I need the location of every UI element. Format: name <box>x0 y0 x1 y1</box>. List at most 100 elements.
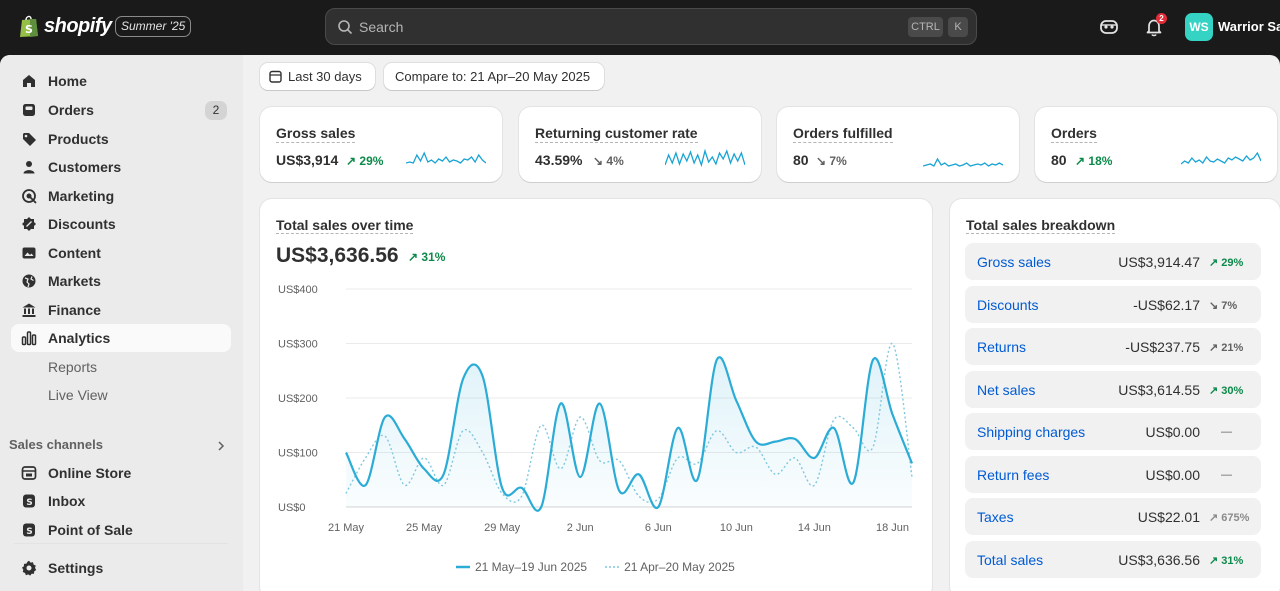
breakdown-delta: — <box>1221 468 1232 481</box>
breakdown-delta: ↗ 21% <box>1209 342 1244 354</box>
breakdown-value: -US$237.75 <box>1125 339 1200 355</box>
metric-delta: ↘ 7% <box>816 154 847 168</box>
breakdown-row[interactable]: Net sales US$3,614.55 ↗ 30% <box>965 370 1261 408</box>
home-icon <box>23 75 35 87</box>
breakdown-value: US$3,914.47 <box>1118 254 1200 270</box>
breakdown-title[interactable]: Total sales breakdown <box>966 217 1116 234</box>
breakdown-row[interactable]: Discounts -US$62.17 ↘ 7% <box>965 285 1261 323</box>
tag-icon <box>23 133 36 146</box>
breakdown-delta: ↗ 675% <box>1209 512 1250 524</box>
metric-card-orders-fulfilled[interactable]: Orders fulfilled 80 ↘ 7% <box>777 107 1019 182</box>
breakdown-value: US$3,636.56 <box>1118 551 1200 568</box>
breakdown-row[interactable]: Total sales US$3,636.56 ↗ 31% <box>965 540 1261 578</box>
metric-card-returning-customer-rate[interactable]: Returning customer rate 43.59% ↘ 4% <box>519 107 761 182</box>
x-tick-label: 25 May <box>406 522 443 534</box>
metric-card-orders[interactable]: Orders 80 ↗ 18% <box>1035 107 1277 182</box>
metric-delta: ↗ 29% <box>346 154 384 168</box>
breakdown-label[interactable]: Net sales <box>977 382 1035 398</box>
metric-title: Returning customer rate <box>535 125 698 143</box>
sidebar-item-label: Point of Sale <box>48 522 133 538</box>
avatar[interactable]: WS <box>1185 13 1213 41</box>
discount-icon <box>22 217 36 231</box>
sidebar-item-markets[interactable]: Markets <box>11 267 231 295</box>
search-icon <box>338 20 353 35</box>
x-tick-label: 29 May <box>484 522 521 534</box>
date-range-button[interactable]: Last 30 days <box>260 63 375 90</box>
sidebar-item-settings[interactable]: Settings <box>11 554 231 582</box>
sidebar-item-label: Home <box>48 73 87 89</box>
legend-item-previous[interactable]: 21 Apr–20 May 2025 <box>605 560 735 574</box>
person-icon <box>23 161 35 174</box>
sidebar-item-marketing[interactable]: Marketing <box>11 182 231 210</box>
sidebar-item-point-of-sale[interactable]: S Point of Sale <box>11 516 231 544</box>
app-shell: Home Orders 2 Products Customers Marketi… <box>0 55 1280 591</box>
sales-channels-heading[interactable]: Sales channels <box>9 437 103 452</box>
y-tick-label: US$300 <box>278 339 318 351</box>
breakdown-label[interactable]: Shipping charges <box>977 424 1085 440</box>
svg-text:S: S <box>25 23 33 36</box>
sidebar-item-label: Analytics <box>48 330 111 346</box>
pos-icon: S <box>23 523 35 537</box>
x-tick-label: 2 Jun <box>567 522 594 534</box>
breakdown-label[interactable]: Returns <box>977 339 1026 355</box>
search-bar[interactable]: Search CTRL K <box>325 8 977 45</box>
total-sales-value: US$3,636.56 <box>276 244 399 267</box>
breakdown-row[interactable]: Return fees US$0.00 — <box>965 455 1261 493</box>
breakdown-row[interactable]: Taxes US$22.01 ↗ 675% <box>965 498 1261 535</box>
breakdown-row[interactable]: Returns -US$237.75 ↗ 21% <box>965 328 1261 365</box>
y-tick-label: US$0 <box>278 502 306 514</box>
sidebar-item-products[interactable]: Products <box>11 125 231 153</box>
sparkline <box>406 151 486 164</box>
breakdown-label[interactable]: Total sales <box>977 552 1043 568</box>
bank-icon <box>22 303 36 317</box>
orders-icon <box>23 104 35 116</box>
sidebar-item-customers[interactable]: Customers <box>11 153 231 181</box>
x-tick-label: 18 Jun <box>876 522 909 534</box>
target-icon <box>22 189 37 204</box>
x-tick-label: 10 Jun <box>720 522 753 534</box>
compare-button[interactable]: Compare to: 21 Apr–20 May 2025 <box>384 63 604 90</box>
search-placeholder: Search <box>359 19 404 35</box>
legend-item-current[interactable]: 21 May–19 Jun 2025 <box>456 560 587 574</box>
legend-label: 21 Apr–20 May 2025 <box>624 560 735 574</box>
shopify-logo[interactable]: S shopify <box>19 14 112 38</box>
breakdown-label[interactable]: Gross sales <box>977 254 1051 270</box>
sidekick-icon[interactable] <box>1099 17 1119 37</box>
sales-line-chart[interactable]: US$0 US$100 US$200 US$300 US$400 21 May 25 May… <box>260 279 932 549</box>
sidebar-item-online-store[interactable]: Online Store <box>11 459 231 487</box>
chart-title[interactable]: Total sales over time <box>276 217 414 234</box>
sparkline-path <box>1181 151 1261 165</box>
breakdown-label[interactable]: Discounts <box>977 297 1038 313</box>
sidebar-item-label: Discounts <box>48 216 116 232</box>
y-tick-label: US$200 <box>278 393 318 405</box>
edition-badge[interactable]: Summer '25 <box>115 16 192 37</box>
breakdown-row[interactable]: Shipping charges US$0.00 — <box>965 413 1261 450</box>
sidebar-item-finance[interactable]: Finance <box>11 296 231 324</box>
sidebar-item-label: Live View <box>48 387 108 403</box>
breakdown-row[interactable]: Gross sales US$3,914.47 ↗ 29% <box>965 243 1261 280</box>
sidebar-item-inbox[interactable]: S Inbox <box>11 487 231 515</box>
metric-value: 43.59% <box>535 152 583 168</box>
store-icon <box>21 466 37 480</box>
sparkline-path <box>665 148 745 168</box>
bar-chart-icon <box>21 331 37 346</box>
sidebar-item-content[interactable]: Content <box>11 239 231 267</box>
image-icon <box>22 247 36 259</box>
metric-title: Orders fulfilled <box>793 125 893 143</box>
breakdown-label[interactable]: Return fees <box>977 467 1049 483</box>
breakdown-label[interactable]: Taxes <box>977 509 1014 525</box>
brand-wordmark: shopify <box>44 14 112 37</box>
globe-icon <box>22 274 36 288</box>
sidebar-item-analytics[interactable]: Analytics <box>11 324 231 352</box>
metric-card-gross-sales[interactable]: Gross sales US$3,914 ↗ 29% <box>260 107 502 182</box>
legend-solid-swatch <box>456 565 470 569</box>
sidebar-item-reports[interactable]: Reports <box>11 353 231 381</box>
sidebar-item-home[interactable]: Home <box>11 67 231 95</box>
chevron-right-icon[interactable] <box>216 441 226 451</box>
store-name[interactable]: Warrior Sa <box>1218 19 1280 34</box>
sidebar-item-orders[interactable]: Orders 2 <box>11 96 231 124</box>
sidebar-item-label: Products <box>48 131 109 147</box>
sidebar-item-discounts[interactable]: Discounts <box>11 210 231 238</box>
legend-label: 21 May–19 Jun 2025 <box>475 560 588 574</box>
sidebar-item-live-view[interactable]: Live View <box>11 381 231 409</box>
